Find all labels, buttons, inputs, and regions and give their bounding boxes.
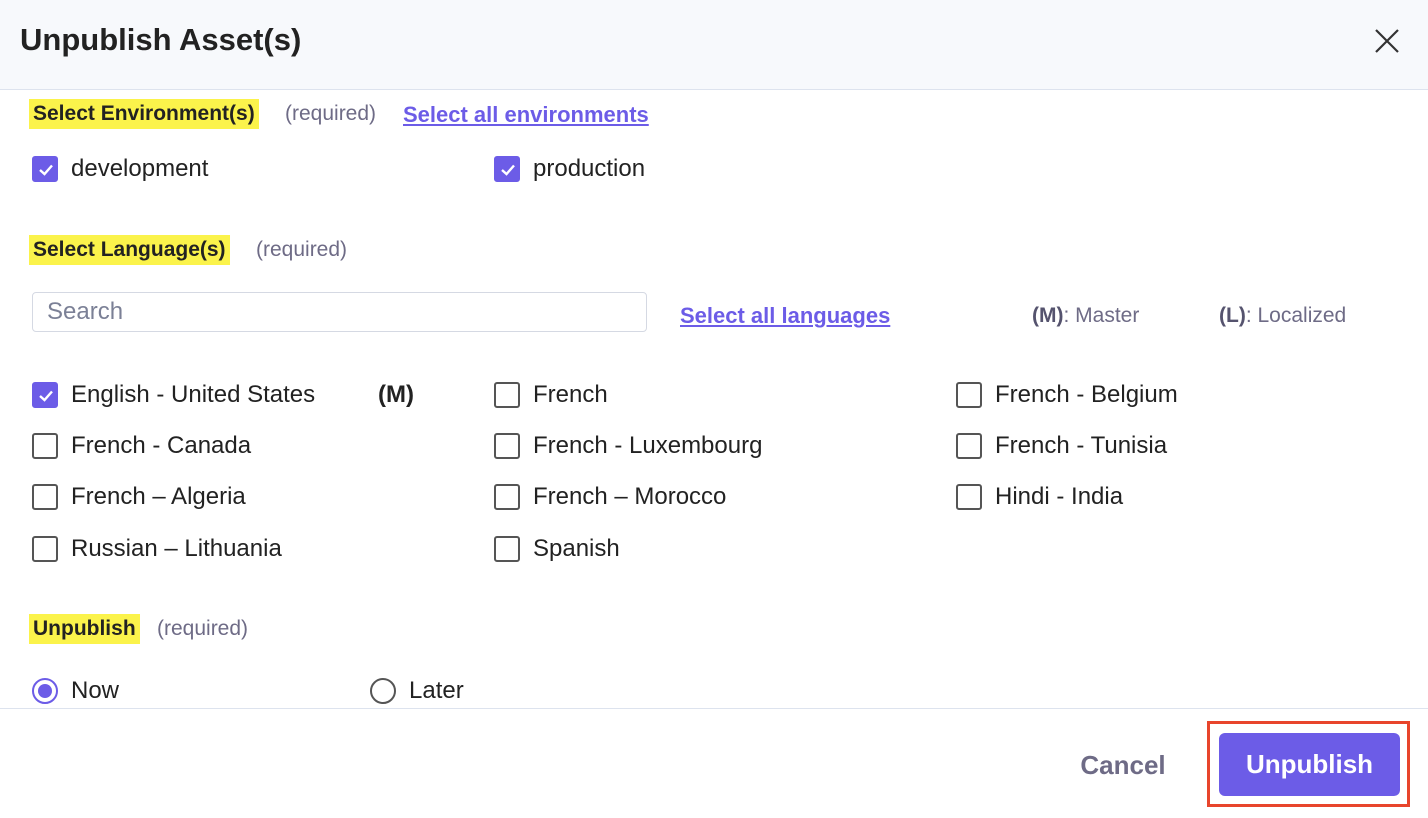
radio-later[interactable] — [370, 678, 396, 704]
master-tag: (M) — [378, 381, 414, 408]
french-canada-label: French - Canada — [71, 432, 252, 459]
spanish-label: Spanish — [533, 535, 620, 562]
dialog-header: Unpublish Asset(s) — [0, 0, 1428, 90]
checkbox-development[interactable] — [32, 156, 58, 182]
languages-label: Select Language(s) — [29, 235, 230, 265]
select-all-languages-link[interactable]: Select all languages — [680, 303, 890, 329]
french-morocco-label: French – Morocco — [533, 483, 727, 510]
checkbox-hindi-india[interactable] — [956, 484, 982, 510]
languages-required: (required) — [256, 238, 348, 261]
check-icon — [39, 390, 53, 402]
checkbox-french-belgium[interactable] — [956, 382, 982, 408]
english-united-states-label: English - United States — [71, 381, 316, 408]
legend-master-key: (M) — [1032, 304, 1064, 327]
select-all-environments-link[interactable]: Select all environments — [403, 102, 649, 128]
unpublish-required: (required) — [157, 617, 249, 640]
checkbox-french-algeria[interactable] — [32, 484, 58, 510]
language-search-input[interactable] — [32, 292, 647, 332]
now-label: Now — [71, 677, 120, 704]
cancel-button[interactable]: Cancel — [1068, 741, 1178, 789]
legend-localized-key: (L) — [1219, 304, 1246, 327]
french-tunisia-label: French - Tunisia — [995, 432, 1168, 459]
checkbox-french[interactable] — [494, 382, 520, 408]
checkbox-spanish[interactable] — [494, 536, 520, 562]
checkbox-french-tunisia[interactable] — [956, 433, 982, 459]
check-icon — [39, 164, 53, 176]
legend-master: (M): Master — [1032, 303, 1139, 329]
environments-label: Select Environment(s) — [29, 99, 259, 129]
checkbox-english-united-states[interactable] — [32, 382, 58, 408]
russian-lithuania-label: Russian – Lithuania — [71, 535, 282, 562]
production-label: production — [533, 155, 646, 182]
environments-required: (required) — [285, 102, 377, 125]
french-belgium-label: French - Belgium — [995, 381, 1178, 408]
checkbox-french-canada[interactable] — [32, 433, 58, 459]
legend-localized-text: : Localized — [1245, 304, 1347, 327]
radio-now[interactable] — [32, 678, 58, 704]
french-luxembourg-label: French - Luxembourg — [533, 432, 763, 459]
checkbox-french-morocco[interactable] — [494, 484, 520, 510]
later-label: Later — [409, 677, 464, 704]
hindi-india-label: Hindi - India — [995, 483, 1124, 510]
checkbox-french-luxembourg[interactable] — [494, 433, 520, 459]
checkbox-russian-lithuania[interactable] — [32, 536, 58, 562]
french-label: French — [533, 381, 608, 408]
legend-master-text: : Master — [1063, 304, 1140, 327]
close-icon[interactable] — [1366, 20, 1408, 62]
check-icon — [501, 164, 515, 176]
unpublish-button[interactable]: Unpublish — [1219, 733, 1400, 796]
legend-localized: (L): Localized — [1219, 303, 1346, 329]
checkbox-production[interactable] — [494, 156, 520, 182]
french-algeria-label: French – Algeria — [71, 483, 246, 510]
unpublish-label: Unpublish — [29, 614, 140, 644]
dialog-title: Unpublish Asset(s) — [20, 22, 302, 57]
development-label: development — [71, 155, 209, 182]
